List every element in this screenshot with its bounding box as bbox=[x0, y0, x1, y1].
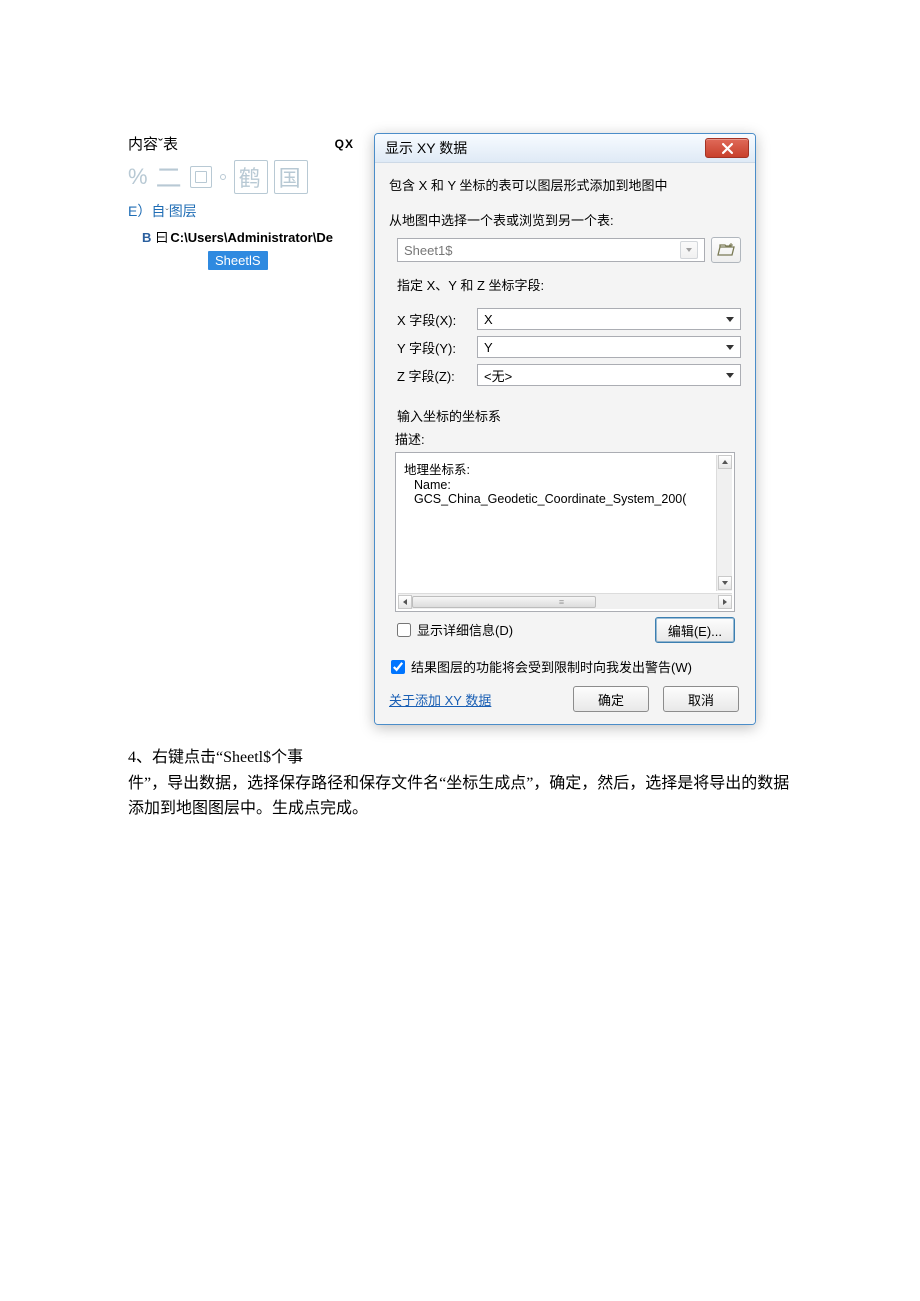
chevron-down-icon bbox=[680, 241, 698, 259]
dialog-titlebar[interactable]: 显示 XY 数据 bbox=[375, 134, 755, 163]
crs-line: Name: GCS_China_Geodetic_Coordinate_Syst… bbox=[404, 478, 726, 506]
horizontal-scrollbar[interactable]: ≡ bbox=[398, 593, 732, 609]
deco-text: 国 bbox=[274, 160, 308, 194]
dialog-title: 显示 XY 数据 bbox=[385, 138, 467, 158]
ok-button[interactable]: 确定 bbox=[573, 686, 649, 712]
chevron-down-icon bbox=[726, 345, 734, 350]
z-field-select[interactable]: <无> bbox=[477, 364, 741, 386]
x-field-label: X 字段(X): bbox=[397, 310, 459, 329]
percent-icon: % bbox=[128, 164, 150, 190]
layers-root[interactable]: E）自ˇ图层 bbox=[128, 197, 356, 223]
chevron-down-icon bbox=[726, 317, 734, 322]
scroll-track[interactable]: ≡ bbox=[412, 595, 718, 609]
vertical-scrollbar[interactable] bbox=[716, 455, 732, 591]
close-button[interactable] bbox=[705, 138, 749, 158]
crs-description-box[interactable]: 地理坐标系: Name: GCS_China_Geodetic_Coordina… bbox=[395, 452, 735, 612]
about-xy-link[interactable]: 关于添加 XY 数据 bbox=[389, 690, 491, 709]
crs-line: 地理坐标系: bbox=[404, 459, 726, 478]
show-detail-checkbox[interactable] bbox=[397, 623, 411, 637]
toc-title: 内容ˇ表 bbox=[128, 133, 178, 154]
instruction-text: 4、右键点击“Sheetl$个事 件”，导出数据，选择保存路径和保存文件名“坐标… bbox=[128, 725, 792, 822]
z-field-label: Z 字段(Z): bbox=[397, 366, 459, 385]
y-field-label: Y 字段(Y): bbox=[397, 338, 459, 357]
crs-group-label: 输入坐标的坐标系 bbox=[389, 394, 741, 429]
toolbar-deco: % 二 鹤 国 bbox=[128, 158, 356, 197]
cancel-button[interactable]: 取消 bbox=[663, 686, 739, 712]
warn-label: 结果图层的功能将会受到限制时向我发出警告(W) bbox=[411, 657, 692, 676]
y-field-select[interactable]: Y bbox=[477, 336, 741, 358]
table-combo[interactable]: Sheet1$ bbox=[397, 238, 705, 262]
warn-checkbox[interactable] bbox=[391, 660, 405, 674]
deco-text: 鹤 bbox=[234, 160, 268, 194]
show-detail-label: 显示详细信息(D) bbox=[417, 620, 513, 639]
scroll-down-icon[interactable] bbox=[718, 576, 732, 590]
scroll-left-icon[interactable] bbox=[398, 595, 412, 609]
open-folder-icon bbox=[717, 243, 735, 257]
circle-icon bbox=[220, 174, 226, 180]
fields-label: 指定 X、Y 和 Z 坐标字段: bbox=[389, 273, 741, 302]
grip-icon: ≡ bbox=[559, 597, 565, 607]
deco-text: 二 bbox=[156, 158, 184, 195]
edit-button[interactable]: 编辑(E)... bbox=[655, 617, 735, 643]
sheet-item-selected[interactable]: SheetlS bbox=[208, 251, 268, 270]
table-combo-value: Sheet1$ bbox=[404, 243, 452, 258]
folder-icon: 曰 bbox=[155, 230, 166, 245]
scroll-up-icon[interactable] bbox=[718, 455, 732, 469]
square-icon bbox=[190, 166, 212, 188]
toc-panel: 内容ˇ表 QX % 二 鹤 国 E）自ˇ图层 B曰C:\Users\Admini… bbox=[128, 133, 356, 270]
chevron-down-icon bbox=[726, 373, 734, 378]
scroll-thumb[interactable] bbox=[412, 596, 596, 608]
x-field-select[interactable]: X bbox=[477, 308, 741, 330]
dialog-intro: 包含 X 和 Y 坐标的表可以图层形式添加到地图中 bbox=[389, 173, 741, 208]
scroll-right-icon[interactable] bbox=[718, 595, 732, 609]
data-source-path[interactable]: B曰C:\Users\Administrator\De bbox=[128, 223, 356, 248]
close-icon bbox=[722, 143, 733, 154]
description-label: 描述: bbox=[389, 429, 741, 452]
pick-table-label: 从地图中选择一个表或浏览到另一个表: bbox=[389, 208, 741, 237]
browse-button[interactable] bbox=[711, 237, 741, 263]
toc-qx: QX bbox=[335, 137, 354, 151]
display-xy-data-dialog: 显示 XY 数据 包含 X 和 Y 坐标的表可以图层形式添加到地图中 从地图中选… bbox=[374, 133, 756, 725]
